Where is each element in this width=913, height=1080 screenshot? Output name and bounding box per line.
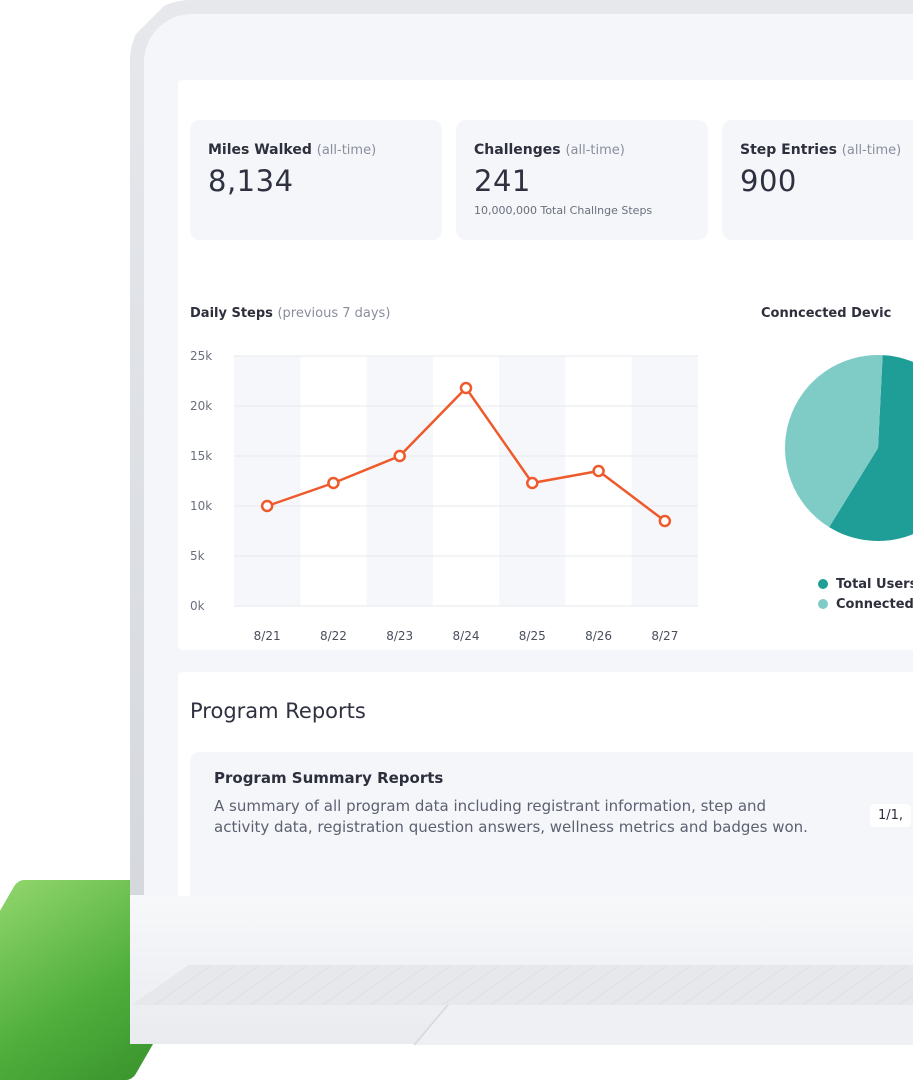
stat-title: Challenges (all-time) bbox=[474, 142, 690, 158]
pie-legend: Total Users Connected Dev bbox=[818, 574, 913, 614]
series-line bbox=[266, 386, 666, 522]
laptop-trackpad bbox=[413, 1005, 913, 1045]
legend-label: Total Users bbox=[836, 576, 913, 592]
legend-swatch-dark bbox=[818, 579, 828, 589]
y-tick-label: 20k bbox=[190, 399, 212, 413]
stat-value: 900 bbox=[740, 164, 797, 198]
chart-column-band bbox=[631, 356, 698, 606]
x-tick-label: 8/23 bbox=[386, 629, 413, 643]
x-tick-label: 8/22 bbox=[320, 629, 347, 643]
y-tick-label: 10k bbox=[190, 499, 212, 513]
legend-swatch-light bbox=[818, 599, 828, 609]
stat-qualifier: (all-time) bbox=[316, 143, 377, 158]
stat-label: Challenges bbox=[474, 142, 561, 158]
stat-value: 8,134 bbox=[208, 164, 294, 198]
report-date-range[interactable]: 1/1, bbox=[870, 804, 912, 827]
stat-card-step-entries: Step Entries (all-time) 900 bbox=[722, 120, 913, 240]
legend-label: Connected Dev bbox=[836, 596, 913, 612]
daily-steps-line-chart: 0k 5k 10k 15k 20k 25k 8/21 8/22 8/23 8/24 8/25 8/26… bbox=[190, 349, 698, 643]
laptop-screen: Miles Walked (all-time) 8,134 Challenges… bbox=[144, 14, 913, 896]
report-card-title: Program Summary Reports bbox=[214, 769, 444, 787]
report-card-description: A summary of all program data including … bbox=[214, 797, 808, 836]
data-point bbox=[327, 476, 340, 490]
chart-column-band bbox=[234, 356, 301, 606]
stat-card-challenges: Challenges (all-time) 241 10,000,000 Tot… bbox=[456, 120, 708, 240]
y-tick-label: 0k bbox=[190, 599, 205, 613]
y-tick-label: 5k bbox=[190, 549, 205, 563]
connected-devices-pie-chart bbox=[785, 355, 913, 541]
report-card[interactable]: Program Summary Reports A summary of all… bbox=[190, 752, 913, 896]
chart-column-band bbox=[366, 356, 433, 606]
devices-title: Conncected Devic bbox=[761, 306, 892, 321]
stat-card-miles: Miles Walked (all-time) 8,134 bbox=[190, 120, 442, 240]
stat-title: Step Entries (all-time) bbox=[740, 142, 913, 158]
program-reports-heading: Program Reports bbox=[190, 699, 366, 723]
stat-label: Step Entries bbox=[740, 142, 837, 158]
x-tick-label: 8/24 bbox=[453, 629, 480, 643]
daily-steps-title: Daily Steps (previous 7 days) bbox=[190, 306, 390, 321]
y-tick-label: 15k bbox=[190, 449, 212, 463]
program-reports-panel: Program Reports Program Summary Reports … bbox=[178, 672, 913, 896]
x-tick-label: 8/21 bbox=[254, 629, 281, 643]
x-tick-label: 8/26 bbox=[585, 629, 612, 643]
stat-label: Miles Walked bbox=[208, 142, 312, 158]
chart-title-label: Daily Steps bbox=[190, 306, 273, 321]
data-point bbox=[592, 464, 605, 478]
stat-qualifier: (all-time) bbox=[841, 143, 902, 158]
data-point bbox=[393, 449, 406, 463]
stat-title: Miles Walked (all-time) bbox=[208, 142, 424, 158]
data-point bbox=[526, 476, 539, 490]
stat-subtext: 10,000,000 Total Challnge Steps bbox=[474, 204, 653, 217]
stat-qualifier: (all-time) bbox=[565, 143, 625, 158]
x-tick-label: 8/25 bbox=[519, 629, 546, 643]
data-point bbox=[459, 381, 473, 395]
y-tick-label: 25k bbox=[190, 349, 212, 363]
x-tick-label: 8/27 bbox=[651, 629, 678, 643]
legend-item-total-users: Total Users bbox=[818, 574, 913, 594]
laptop: Miles Walked (all-time) 8,134 Challenges… bbox=[130, 0, 913, 1045]
stats-panel: Miles Walked (all-time) 8,134 Challenges… bbox=[178, 80, 913, 650]
laptop-keyboard bbox=[131, 965, 913, 1005]
data-point bbox=[658, 514, 672, 528]
legend-item-connected-devices: Connected Dev bbox=[818, 594, 913, 614]
stat-value: 241 bbox=[474, 164, 531, 198]
data-point bbox=[260, 499, 274, 513]
chart-title-qualifier: (previous 7 days) bbox=[277, 306, 391, 321]
